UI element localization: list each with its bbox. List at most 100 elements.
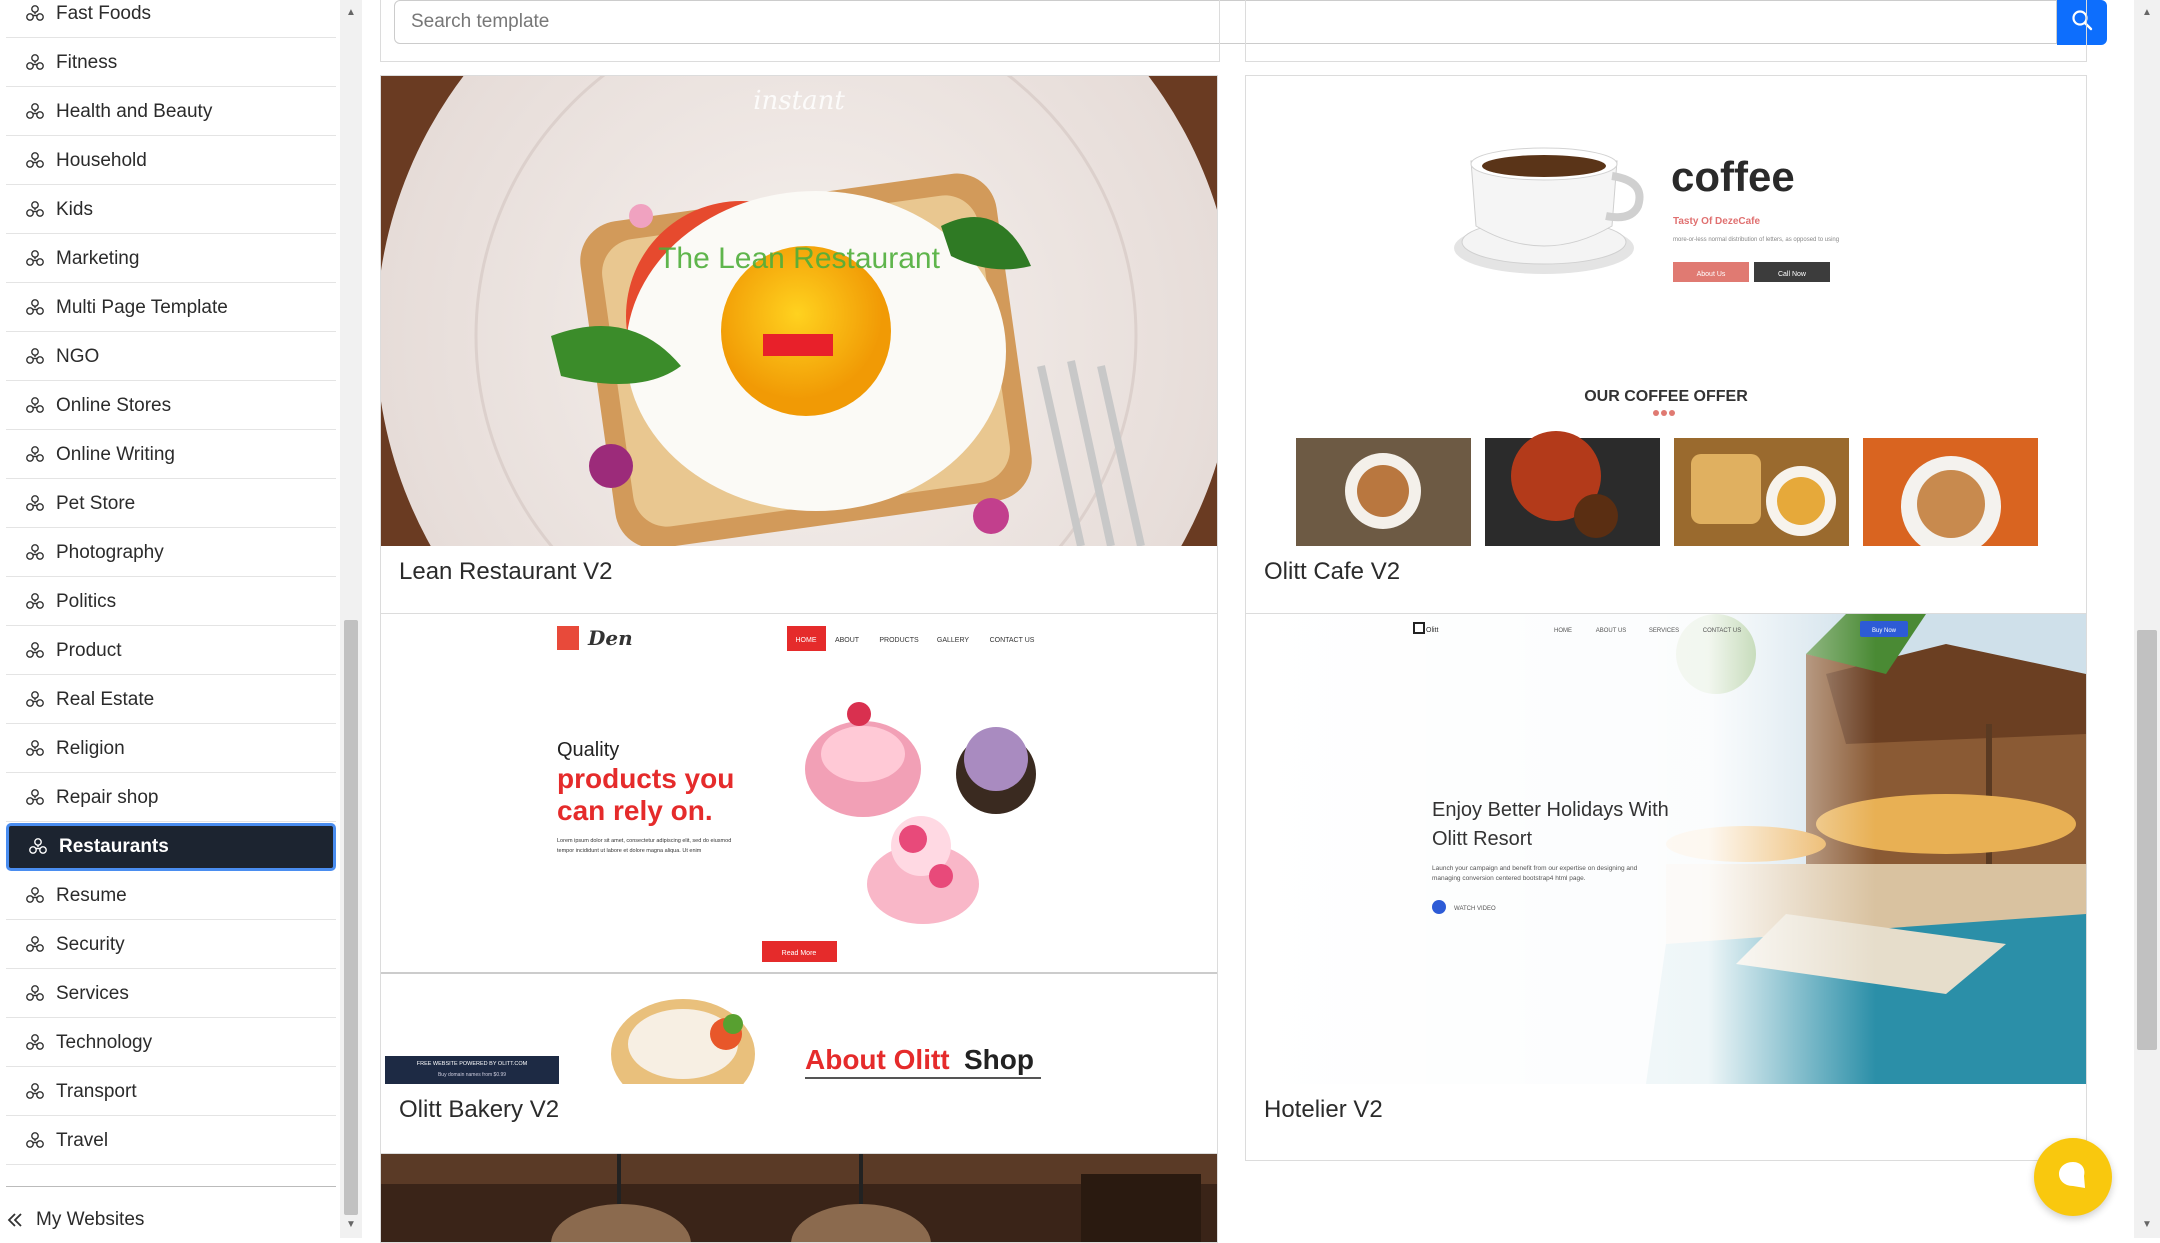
sidebar-item-label: NGO (56, 345, 100, 367)
sidebar-scroll-down-icon[interactable]: ▼ (344, 1218, 358, 1232)
preview-line3: can rely on. (557, 795, 713, 826)
category-icon (24, 787, 46, 809)
svg-text:WATCH VIDEO: WATCH VIDEO (1454, 906, 1496, 912)
sidebar-item-ngo[interactable]: NGO (6, 333, 336, 381)
sidebar-item-restaurants[interactable]: Restaurants (6, 823, 336, 871)
preview-heading2: Olitt Resort (1432, 828, 1532, 850)
svg-text:Launch your campaign and benef: Launch your campaign and benefit from ou… (1432, 865, 1638, 872)
sidebar-item-label: Resume (56, 884, 127, 906)
preview-blurb: more-or-less normal distribution of lett… (1673, 237, 1839, 243)
sidebar-item-resume[interactable]: Resume (6, 872, 336, 920)
template-thumbnail: Den HOME ABOUT PRODUCTS GALLERY CONTACT … (381, 614, 1217, 1084)
template-thumbnail (381, 1154, 1217, 1242)
sidebar-item-label: Fitness (56, 51, 118, 73)
sidebar-item-pet-store[interactable]: Pet Store (6, 480, 336, 528)
sidebar-item-photography[interactable]: Photography (6, 529, 336, 577)
template-card[interactable]: instant The Lean Restaurant Lean Restaur… (380, 75, 1218, 623)
svg-text:HOME: HOME (1554, 628, 1572, 634)
template-thumbnail: instant The Lean Restaurant (381, 76, 1217, 546)
sidebar-item-health-and-beauty[interactable]: Health and Beauty (6, 88, 336, 136)
my-websites-link[interactable]: My Websites (6, 1204, 144, 1236)
page-scrollbar-thumb[interactable] (2137, 630, 2157, 1050)
card-top-remnant (1245, 0, 2087, 62)
preview-script-logo: instant (753, 86, 845, 116)
page-scroll-down-icon[interactable]: ▼ (2140, 1218, 2154, 1232)
sidebar-item-label: Travel (56, 1129, 109, 1151)
sidebar-item-fitness[interactable]: Fitness (6, 39, 336, 87)
preview-line2: products you (557, 763, 734, 794)
sidebar-item-label: Photography (56, 541, 164, 563)
category-icon (24, 297, 46, 319)
sidebar-item-label: Online Stores (56, 394, 172, 416)
preview-about-red: About Olitt (805, 1044, 950, 1075)
svg-text:CONTACT US: CONTACT US (1703, 628, 1741, 634)
svg-text:GALLERY: GALLERY (937, 637, 969, 644)
category-icon (24, 3, 46, 25)
sidebar-item-security[interactable]: Security (6, 921, 336, 969)
sidebar-item-household[interactable]: Household (6, 137, 336, 185)
preview-heading: coffee (1671, 153, 1795, 200)
template-title: Hotelier V2 (1264, 1096, 1383, 1123)
sidebar-item-religion[interactable]: Religion (6, 725, 336, 773)
preview-logo: Olitt (1426, 627, 1439, 634)
preview-about-dark: Shop (964, 1044, 1034, 1075)
preview-btn: Read More (782, 950, 817, 957)
sidebar-item-kids[interactable]: Kids (6, 186, 336, 234)
svg-text:ABOUT US: ABOUT US (1596, 628, 1627, 634)
sidebar-item-product[interactable]: Product (6, 627, 336, 675)
sidebar-item-label: Product (56, 639, 122, 661)
template-card[interactable]: coffee Tasty Of DezeCafe more-or-less no… (1245, 75, 2087, 623)
svg-text:Lorem ipsum dolor sit amet, co: Lorem ipsum dolor sit amet, consectetur … (557, 838, 731, 844)
category-icon (24, 689, 46, 711)
category-icon (27, 836, 49, 858)
page-scrollbar[interactable] (2134, 0, 2160, 1238)
sidebar-item-label: Services (56, 982, 129, 1004)
preview-subheading: Tasty Of DezeCafe (1673, 216, 1761, 227)
sidebar-item-label: Restaurants (59, 836, 169, 857)
sidebar-item-fast-foods[interactable]: Fast Foods (6, 0, 336, 38)
template-title: Olitt Bakery V2 (399, 1096, 560, 1123)
category-sidebar: Fast Foods Fitness Health and Beauty Househ… (0, 0, 362, 1238)
chat-widget-button[interactable] (2034, 1138, 2112, 1216)
sidebar-item-repair-shop[interactable]: Repair shop (6, 774, 336, 822)
my-websites-label: My Websites (36, 1209, 145, 1230)
category-icon (24, 493, 46, 515)
template-thumbnail: coffee Tasty Of DezeCafe more-or-less no… (1246, 76, 2086, 546)
template-card[interactable]: Olitt HOME ABOUT US SERVICES CONTACT US … (1245, 613, 2087, 1161)
sidebar-item-label: Security (56, 933, 125, 955)
sidebar-item-online-stores[interactable]: Online Stores (6, 382, 336, 430)
category-icon (24, 983, 46, 1005)
page-scroll-up-icon[interactable]: ▲ (2140, 6, 2154, 20)
sidebar-item-online-writing[interactable]: Online Writing (6, 431, 336, 479)
sidebar-item-real-estate[interactable]: Real Estate (6, 676, 336, 724)
svg-text:tempor incididunt ut labore et: tempor incididunt ut labore et dolore ma… (557, 848, 702, 854)
sidebar-item-label: Real Estate (56, 688, 155, 710)
sidebar-item-politics[interactable]: Politics (6, 578, 336, 626)
sidebar-scroll-up-icon[interactable]: ▲ (344, 6, 358, 20)
sidebar-item-transport[interactable]: Transport (6, 1068, 336, 1116)
svg-text:ABOUT: ABOUT (835, 637, 860, 644)
sidebar-item-label: Repair shop (56, 786, 159, 808)
category-icon (24, 640, 46, 662)
preview-section-title: OUR COFFEE OFFER (1584, 388, 1748, 405)
sidebar-item-travel[interactable]: Travel (6, 1117, 336, 1165)
sidebar-item-label: Religion (56, 737, 125, 759)
category-icon (24, 1081, 46, 1103)
sidebar-item-technology[interactable]: Technology (6, 1019, 336, 1067)
template-card[interactable] (380, 1153, 1218, 1243)
card-top-remnant (380, 0, 1220, 62)
category-icon (24, 1032, 46, 1054)
sidebar-scrollbar-thumb[interactable] (344, 620, 358, 1215)
sidebar-item-label: Technology (56, 1031, 153, 1053)
preview-btn-primary: About Us (1697, 271, 1726, 278)
preview-line1: Quality (557, 739, 619, 761)
sidebar-item-label: Kids (56, 198, 93, 220)
sidebar-item-services[interactable]: Services (6, 970, 336, 1018)
sidebar-item-label: Politics (56, 590, 117, 612)
svg-text:HOME: HOME (796, 637, 817, 644)
sidebar-item-multi-page-template[interactable]: Multi Page Template (6, 284, 336, 332)
category-icon (24, 738, 46, 760)
template-card[interactable]: Den HOME ABOUT PRODUCTS GALLERY CONTACT … (380, 613, 1218, 1161)
sidebar-item-marketing[interactable]: Marketing (6, 235, 336, 283)
svg-text:PRODUCTS: PRODUCTS (879, 637, 919, 644)
